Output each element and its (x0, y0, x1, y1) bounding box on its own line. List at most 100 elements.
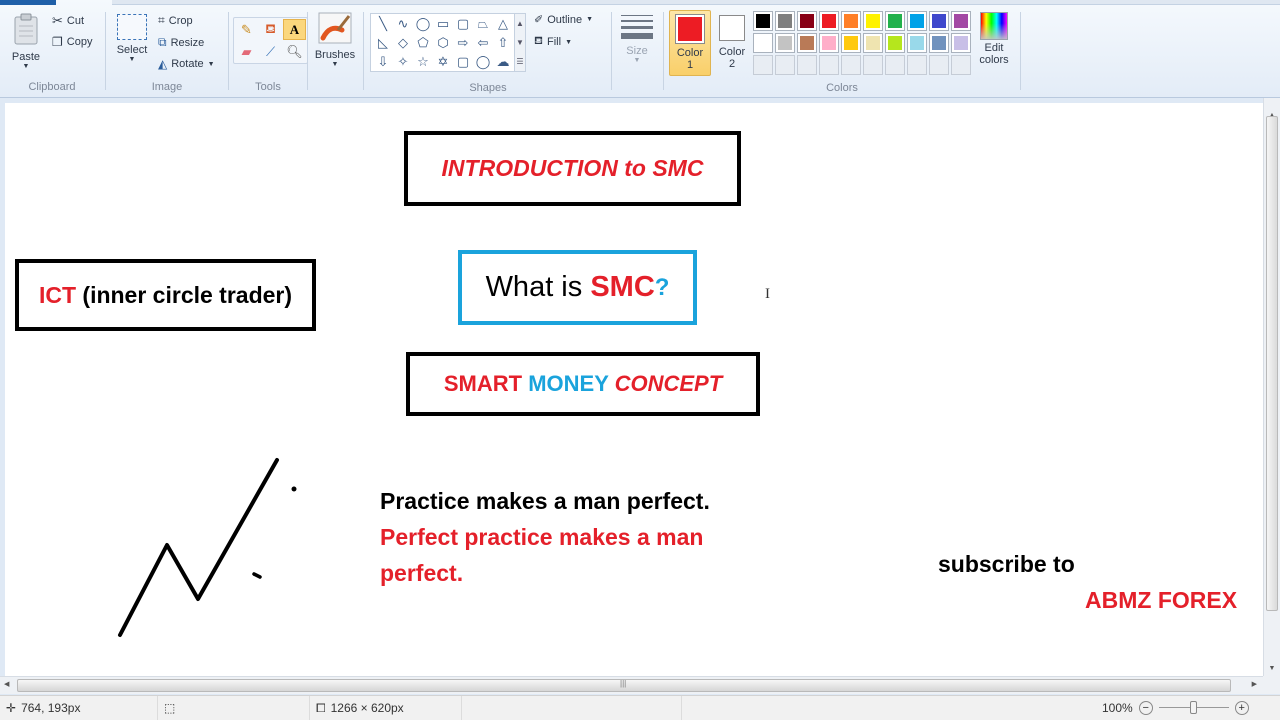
horizontal-scroll-thumb[interactable]: ||| (17, 679, 1231, 692)
polygon-shape-icon[interactable]: ⏢ (473, 14, 493, 33)
color-swatch[interactable] (929, 11, 949, 31)
down-arrow-shape-icon[interactable]: ⇩ (373, 52, 393, 71)
six-point-star-shape-icon[interactable]: ✡ (433, 52, 453, 71)
size-button[interactable]: Size ▼ (618, 12, 656, 64)
color-swatch[interactable] (775, 33, 795, 53)
fill-bucket-icon[interactable]: ⛾ (259, 19, 282, 40)
dash-mark (252, 572, 262, 579)
color1-button[interactable]: Color 1 (669, 10, 711, 76)
cloud-callout-shape-icon[interactable]: ☁ (493, 52, 513, 71)
up-arrow-shape-icon[interactable]: ⇧ (493, 33, 513, 52)
diamond-shape-icon[interactable]: ◇ (393, 33, 413, 52)
custom-color-slot[interactable] (797, 55, 817, 75)
color-swatch[interactable] (885, 33, 905, 53)
fill-button[interactable]: ⛾ Fill ▼ (534, 35, 572, 49)
color-swatch[interactable] (841, 33, 861, 53)
outline-pen-icon: ✐ (534, 14, 544, 26)
curve-shape-icon[interactable]: ∿ (393, 14, 413, 33)
color-swatch[interactable] (797, 33, 817, 53)
pentagon-shape-icon[interactable]: ⬠ (413, 33, 433, 52)
color-swatch[interactable] (753, 33, 773, 53)
cut-button[interactable]: ✂ Cut (52, 13, 84, 29)
custom-color-slot[interactable] (929, 55, 949, 75)
color-swatch[interactable] (907, 33, 927, 53)
horizontal-scrollbar[interactable]: ◀ ||| ▶ (0, 676, 1263, 694)
custom-color-slot[interactable] (863, 55, 883, 75)
colors-group-label: Colors (826, 82, 858, 94)
scroll-left-arrow-icon[interactable]: ◀ (4, 680, 9, 688)
color2-button[interactable]: Color 2 (713, 10, 751, 76)
color-swatch[interactable] (951, 11, 971, 31)
color-swatch[interactable] (753, 11, 773, 31)
expand-gallery-icon[interactable]: ☰ (516, 57, 523, 66)
magnifier-icon[interactable]: 🔍︎ (283, 41, 306, 62)
left-arrow-shape-icon[interactable]: ⇦ (473, 33, 493, 52)
color-picker-icon[interactable]: ⟋ (259, 41, 282, 62)
resize-button[interactable]: ⧉ Resize (158, 35, 204, 50)
color-swatch[interactable] (797, 11, 817, 31)
oval-callout-shape-icon[interactable]: ◯ (473, 52, 493, 71)
scroll-down-icon[interactable]: ▼ (516, 38, 524, 47)
right-arrow-shape-icon[interactable]: ⇨ (453, 33, 473, 52)
file-tab[interactable] (0, 0, 56, 5)
color-swatch[interactable] (885, 11, 905, 31)
color-swatch[interactable] (951, 33, 971, 53)
zoom-slider-thumb[interactable] (1190, 701, 1198, 714)
custom-color-slot[interactable] (841, 55, 861, 75)
pencil-icon[interactable]: ✎ (235, 19, 258, 40)
rounded-callout-shape-icon[interactable]: ▢ (453, 52, 473, 71)
smart-money-concept-box: SMART MONEY CONCEPT (406, 352, 760, 416)
custom-color-slot[interactable] (951, 55, 971, 75)
zoom-out-button[interactable]: − (1138, 701, 1153, 715)
text-tool-icon[interactable]: A (283, 19, 306, 40)
edit-colors-button[interactable]: Edit colors (976, 12, 1012, 66)
color-swatch[interactable] (863, 33, 883, 53)
brushes-button[interactable]: Brushes ▼ (312, 12, 358, 68)
oval-shape-icon[interactable]: ◯ (413, 14, 433, 33)
five-point-star-shape-icon[interactable]: ☆ (413, 52, 433, 71)
outline-button[interactable]: ✐ Outline ▼ (534, 13, 593, 27)
shapes-scrollbar[interactable]: ▲ ▼ ☰ (514, 13, 526, 72)
scroll-up-icon[interactable]: ▲ (516, 19, 524, 28)
zoom-in-button[interactable]: + (1234, 701, 1249, 715)
color1-label-line2: 1 (686, 59, 694, 71)
eraser-icon[interactable]: ▰ (235, 41, 258, 62)
color-swatch[interactable] (863, 11, 883, 31)
brush-icon (318, 12, 352, 44)
size-label: Size (626, 45, 648, 57)
color-spectrum-icon (980, 12, 1008, 40)
rounded-rectangle-shape-icon[interactable]: ▢ (453, 14, 473, 33)
color-swatch[interactable] (775, 11, 795, 31)
color-swatch[interactable] (841, 11, 861, 31)
separator (363, 12, 364, 90)
vertical-scroll-thumb[interactable] (1266, 116, 1278, 611)
color-swatch[interactable] (819, 11, 839, 31)
drawing-canvas[interactable]: INTRODUCTION to SMC ICT (inner circle tr… (5, 103, 1263, 676)
paste-button[interactable]: Paste ▼ (8, 12, 44, 70)
line-shape-icon[interactable]: ╲ (373, 14, 393, 33)
scroll-down-arrow-icon[interactable]: ▼ (1264, 665, 1280, 672)
tools-group: ✎ ⛾ A ▰ ⟋ 🔍︎ Tools (229, 8, 308, 96)
custom-color-slot[interactable] (885, 55, 905, 75)
zoom-slider[interactable] (1158, 701, 1229, 715)
hexagon-shape-icon[interactable]: ⬡ (433, 33, 453, 52)
scroll-right-arrow-icon[interactable]: ▶ (1252, 680, 1257, 688)
color-swatch[interactable] (929, 33, 949, 53)
color-swatch[interactable] (819, 33, 839, 53)
right-triangle-shape-icon[interactable]: ◺ (373, 33, 393, 52)
chevron-down-icon: ▼ (331, 61, 339, 68)
vertical-scrollbar[interactable]: ▲ ▼ (1263, 98, 1280, 676)
custom-color-slot[interactable] (907, 55, 927, 75)
copy-button[interactable]: ❐ Copy (52, 35, 92, 49)
custom-color-slot[interactable] (775, 55, 795, 75)
select-button[interactable]: Select ▼ (114, 14, 150, 63)
triangle-shape-icon[interactable]: △ (493, 14, 513, 33)
four-point-star-shape-icon[interactable]: ✧ (393, 52, 413, 71)
crop-button[interactable]: ⌗ Crop (158, 13, 193, 28)
rectangle-shape-icon[interactable]: ▭ (433, 14, 453, 33)
custom-color-slot[interactable] (753, 55, 773, 75)
custom-color-slot[interactable] (819, 55, 839, 75)
rotate-button[interactable]: ◭ Rotate ▼ (158, 57, 215, 71)
color-swatch[interactable] (907, 11, 927, 31)
swatch-fill (844, 36, 858, 50)
